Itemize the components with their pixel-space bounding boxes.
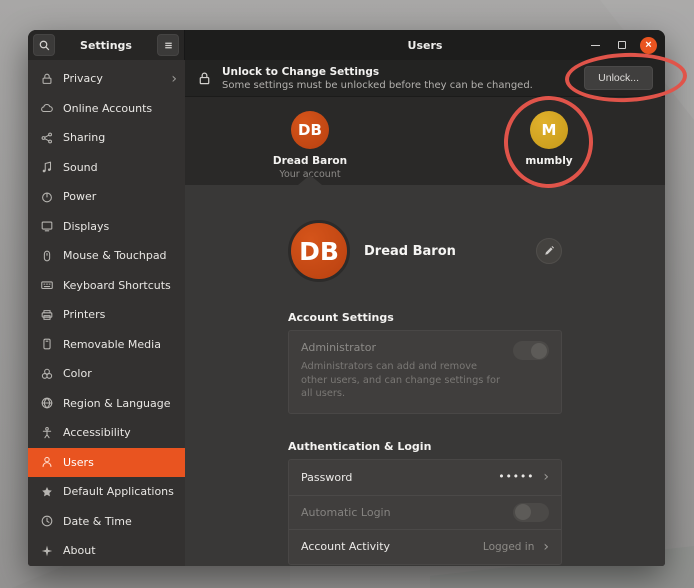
pencil-icon [543,245,555,257]
sidebar-item-mouse-touchpad[interactable]: Mouse & Touchpad [28,241,185,271]
sidebar-titlebar[interactable]: Settings [28,30,185,60]
sidebar-item-users[interactable]: Users [28,448,185,478]
about-icon [40,544,54,558]
sidebar-item-color[interactable]: Color [28,359,185,389]
hamburger-icon [162,39,175,52]
sidebar-item-accessibility[interactable]: Accessibility [28,418,185,448]
administrator-row: Administrator Administrators can add and… [288,330,562,414]
sidebar-item-default-applications[interactable]: Default Applications [28,477,185,507]
globe-icon [40,396,54,410]
sidebar-item-sound[interactable]: Sound [28,153,185,183]
carousel-selection-notch [298,175,322,185]
carousel-user-mumbly[interactable]: M mumbly [494,111,604,167]
maximize-icon [618,41,626,49]
window-controls: × [586,30,657,60]
account-settings-header: Account Settings [288,311,562,324]
avatar: DB [291,111,329,149]
administrator-description: Administrators can add and remove other … [301,360,506,401]
unlock-button[interactable]: Unlock... [584,66,653,90]
edit-name-button[interactable] [536,238,562,264]
menu-button[interactable] [157,34,179,56]
printer-icon [40,308,54,322]
unlock-banner-text: Unlock to Change Settings Some settings … [222,66,574,91]
account-activity-row[interactable]: Account Activity Logged in › [289,529,561,564]
avatar[interactable]: DB [288,220,350,282]
user-details: DB Dread Baron Account Settings Administ… [185,185,665,566]
users-panel: Unlock to Change Settings Some settings … [185,60,665,566]
clock-icon [40,514,54,528]
sidebar-item-printers[interactable]: Printers [28,300,185,330]
minimize-button[interactable] [586,36,604,54]
titlebar[interactable]: Settings Users × [28,30,665,60]
settings-window: Settings Users × Privacy › [28,30,665,566]
chevron-right-icon: › [543,539,549,555]
sidebar-item-power[interactable]: Power [28,182,185,212]
color-icon [40,367,54,381]
share-icon [40,131,54,145]
carousel-user-dread-baron[interactable]: DB Dread Baron Your account [255,111,365,180]
profile-row: DB Dread Baron [288,217,562,285]
profile-name: Dread Baron [364,244,536,259]
sidebar-item-privacy[interactable]: Privacy › [28,64,185,94]
sidebar-item-displays[interactable]: Displays [28,212,185,242]
main-titlebar[interactable]: Users × [185,30,665,60]
accessibility-icon [40,426,54,440]
settings-window-title: Settings [55,39,157,52]
close-button[interactable]: × [640,37,657,54]
carousel-user-name: Dread Baron [273,155,347,167]
automatic-login-toggle [513,503,549,522]
page-title: Users [408,39,443,52]
power-icon [40,190,54,204]
account-activity-label: Account Activity [301,540,483,553]
sidebar-item-keyboard-shortcuts[interactable]: Keyboard Shortcuts [28,271,185,301]
sound-icon [40,160,54,174]
window-body: Privacy › Online Accounts Sharing Sound [28,60,665,566]
chevron-right-icon: › [171,72,177,86]
sidebar-item-date-time[interactable]: Date & Time [28,507,185,537]
star-icon [40,485,54,499]
sidebar-item-sharing[interactable]: Sharing [28,123,185,153]
users-icon [40,455,54,469]
maximize-button[interactable] [613,36,631,54]
unlock-banner: Unlock to Change Settings Some settings … [185,60,665,97]
toggle-knob [531,343,547,359]
cloud-icon [40,101,54,115]
mouse-icon [40,249,54,263]
administrator-label: Administrator [301,341,549,354]
sidebar: Privacy › Online Accounts Sharing Sound [28,60,185,566]
automatic-login-label: Automatic Login [301,506,513,519]
account-activity-value: Logged in [483,541,534,553]
minimize-icon [591,45,600,46]
unlock-banner-title: Unlock to Change Settings [222,66,574,78]
chevron-right-icon: › [543,469,549,485]
password-row[interactable]: Password ••••• › [289,460,561,495]
search-icon [38,39,51,52]
lock-icon [40,72,54,86]
auth-login-header: Authentication & Login [288,440,562,453]
toggle-knob [515,504,531,520]
desktop: Settings Users × Privacy › [0,0,694,588]
sidebar-item-region-language[interactable]: Region & Language [28,389,185,419]
administrator-toggle [513,341,549,360]
password-label: Password [301,471,498,484]
unlock-banner-subtitle: Some settings must be unlocked before th… [222,80,574,91]
removable-media-icon [40,337,54,351]
user-carousel: DB Dread Baron Your account M mumbly [185,97,665,185]
carousel-user-name: mumbly [525,155,572,167]
display-icon [40,219,54,233]
avatar: M [530,111,568,149]
search-button[interactable] [33,34,55,56]
sidebar-item-removable-media[interactable]: Removable Media [28,330,185,360]
keyboard-icon [40,278,54,292]
sidebar-item-online-accounts[interactable]: Online Accounts [28,94,185,124]
password-value: ••••• [498,471,534,483]
automatic-login-row: Automatic Login [289,495,561,530]
lock-icon [197,71,212,86]
sidebar-item-about[interactable]: About [28,536,185,566]
auth-login-card: Password ••••• › Automatic Login Account… [288,459,562,565]
